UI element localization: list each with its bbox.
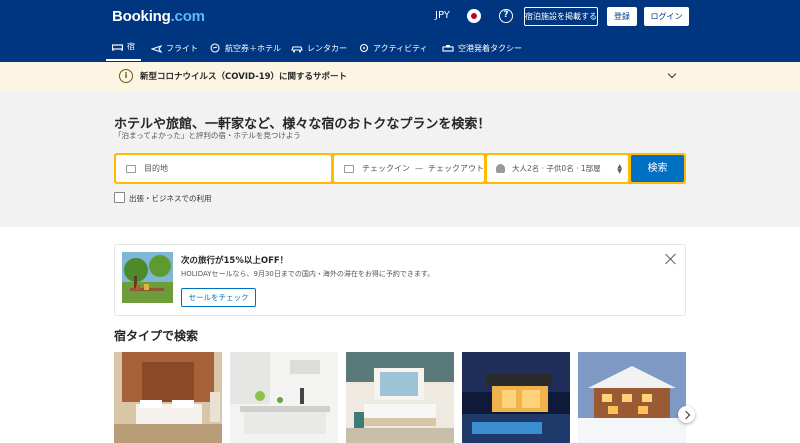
nav-item-label: フライト (166, 43, 198, 53)
chalet-image (578, 352, 686, 443)
register-button[interactable]: 登録 (607, 7, 637, 26)
property-type-card-resorts[interactable] (346, 352, 454, 443)
taxi-icon (442, 44, 454, 52)
property-type-card-apartments[interactable] (230, 352, 338, 443)
hero-subtitle: 「泊まってよかった」と評判の宿・ホテルを見つけよう (114, 131, 301, 140)
attractions-icon (359, 43, 369, 53)
destination-placeholder: 目的地 (144, 164, 168, 173)
nav-item-label: 宿 (127, 42, 135, 51)
business-travel-label[interactable]: 出張・ビジネスでの利用 (129, 193, 212, 204)
promo-text: HOLIDAYセールなら、9月30日までの国内・海外の滞在をお得に予約できます。 (181, 270, 435, 278)
property-type-card-chalets[interactable] (578, 352, 686, 443)
nav-item-label: 航空券＋ホテル (225, 43, 281, 53)
plane-hotel-icon (210, 43, 220, 53)
nav-item-car-rental[interactable]: レンタカー (285, 34, 353, 62)
search-button[interactable]: 検索 (631, 155, 684, 182)
plane-icon (151, 44, 162, 53)
date-separator: — (415, 164, 423, 173)
carousel-next-button[interactable] (678, 406, 695, 423)
nav-item-flights[interactable]: フライト (145, 34, 204, 62)
promo-image (122, 252, 173, 303)
nav-item-flight-hotel[interactable]: 航空券＋ホテル (204, 34, 287, 62)
apartment-image (230, 352, 338, 443)
close-icon[interactable] (665, 253, 677, 265)
japan-flag-icon[interactable] (467, 9, 481, 23)
info-icon: i (119, 69, 133, 83)
villa-image (462, 352, 570, 443)
list-property-button[interactable]: 宿泊施設を掲載する (524, 7, 598, 26)
person-icon (496, 164, 505, 173)
destination-input[interactable]: 目的地 (116, 155, 331, 182)
business-travel-checkbox[interactable] (114, 192, 125, 203)
updown-arrows-icon: ▲ ▼ (617, 162, 622, 175)
checkin-label: チェックイン (362, 164, 410, 173)
nav-item-label: アクティビティ (373, 43, 428, 53)
checkout-label: チェックアウト (428, 164, 484, 173)
nav-item-stays[interactable]: 宿 (106, 34, 141, 61)
nav-item-label: 空港発着タクシー (458, 43, 522, 53)
bed-icon (112, 44, 123, 51)
booking-logo[interactable]: Booking.com (112, 8, 205, 25)
property-types-title: 宿タイプで検索 (114, 329, 199, 343)
promo-title: 次の旅行が15%以上OFF！ (181, 256, 289, 266)
guests-selector[interactable]: 大人2名 · 子供0名 · 1部屋 ▲ ▼ (487, 155, 628, 182)
property-type-card-hotels[interactable] (114, 352, 222, 443)
covid-banner-text: 新型コロナウイルス（COVID-19）に関するサポート (140, 72, 348, 82)
calendar-icon (344, 164, 354, 173)
car-icon (291, 45, 303, 52)
login-button[interactable]: ログイン (644, 7, 689, 26)
check-sale-button[interactable]: セールをチェック (181, 288, 256, 307)
main-nav: 宿 フライト 航空券＋ホテル レンタカー アクティビティ 空港発着タクシー (0, 34, 800, 62)
help-icon[interactable]: ? (499, 9, 513, 23)
bed-icon (126, 164, 136, 173)
currency-selector[interactable]: JPY (435, 10, 450, 21)
nav-item-attractions[interactable]: アクティビティ (353, 34, 434, 62)
resort-image (346, 352, 454, 443)
hotel-room-image (114, 352, 222, 443)
property-type-card-villas[interactable] (462, 352, 570, 443)
date-picker[interactable]: チェックイン — チェックアウト (334, 155, 484, 182)
nav-item-airport-taxi[interactable]: 空港発着タクシー (436, 34, 528, 62)
guests-label: 大人2名 · 子供0名 · 1部屋 (512, 164, 601, 173)
nav-item-label: レンタカー (307, 43, 347, 53)
